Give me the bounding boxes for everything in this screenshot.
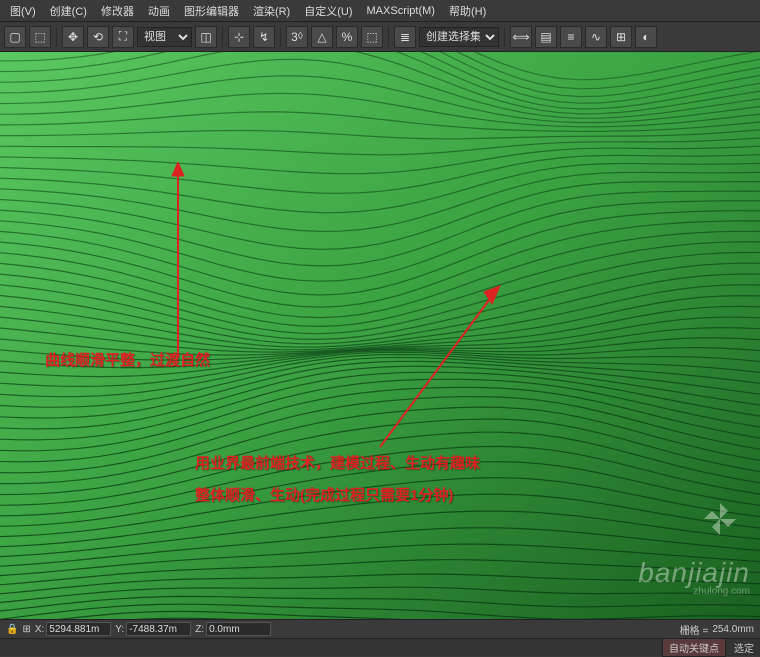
pivot-button[interactable]: ◫ [195,26,217,48]
z-coord-input[interactable] [206,622,271,636]
menu-animation[interactable]: 动画 [142,1,176,21]
rotate-button[interactable]: ⟲ [87,26,109,48]
menu-maxscript[interactable]: MAXScript(M) [361,3,441,19]
z-label: Z: [195,624,204,635]
viewport[interactable]: 曲线顺滑平整，过渡自然 用业界最前端技术，建模过程、生动有趣味 整体顺滑、生动(… [0,52,760,619]
named-selection-button[interactable]: ≣ [394,26,416,48]
select-object-button[interactable]: ▢ [4,26,26,48]
snap-toggle-button[interactable]: 3◊ [286,26,308,48]
selection-lock-button[interactable]: ⊞ [22,624,30,635]
annotation-text-1: 曲线顺滑平整，过渡自然 [45,347,210,374]
keyboard-shortcut-button[interactable]: ↯ [253,26,275,48]
schematic-button[interactable]: ⊞ [610,26,632,48]
menu-bar: 图(V) 创建(C) 修改器 动画 图形编辑器 渲染(R) 自定义(U) MAX… [0,0,760,22]
material-button[interactable]: ◐ [635,26,657,48]
scale-button[interactable]: ⛶ [112,26,134,48]
named-selection-dropdown[interactable]: 创建选择集 [419,27,499,47]
y-coord-input[interactable] [126,622,191,636]
angle-snap-button[interactable]: △ [311,26,333,48]
x-label: X: [35,624,44,635]
menu-graph-editors[interactable]: 图形编辑器 [178,1,245,21]
annotation-text-2: 用业界最前端技术，建模过程、生动有趣味 [195,450,480,477]
x-coord-input[interactable] [46,622,111,636]
y-label: Y: [115,624,124,635]
menu-customize[interactable]: 自定义(U) [298,1,358,21]
grid-label: 栅格 = [680,622,709,637]
select-region-button[interactable]: ⬚ [29,26,51,48]
lock-icon[interactable]: 🔒 [6,624,18,635]
annotation-text-3: 整体顺滑、生动(完成过程只需要1分钟) [195,482,453,509]
select-manipulate-button[interactable]: ⊹ [228,26,250,48]
menu-help[interactable]: 帮助(H) [443,1,492,21]
percent-snap-button[interactable]: % [336,26,358,48]
grid-value: 254.0mm [712,624,754,635]
menu-rendering[interactable]: 渲染(R) [247,1,296,21]
annotation-arrow-2 [370,282,510,452]
auto-key-button[interactable]: 自动关键点 [662,638,726,657]
selected-button[interactable]: 选定 [734,640,754,655]
spinner-snap-button[interactable]: ⬚ [361,26,383,48]
menu-modifiers[interactable]: 修改器 [95,1,140,21]
mirror-button[interactable]: ⟺ [510,26,532,48]
layers-button[interactable]: ≡ [560,26,582,48]
annotation-arrow-1 [170,162,200,362]
align-button[interactable]: ▤ [535,26,557,48]
menu-view[interactable]: 图(V) [4,1,42,21]
curve-editor-button[interactable]: ∿ [585,26,607,48]
menu-create[interactable]: 创建(C) [44,1,93,21]
move-button[interactable]: ✥ [62,26,84,48]
main-toolbar: ▢ ⬚ ✥ ⟲ ⛶ 视图 ◫ ⊹ ↯ 3◊ △ % ⬚ ≣ 创建选择集 ⟺ ▤ … [0,22,760,52]
status-bar: 🔒 ⊞ X: Y: Z: 栅格 = 254.0mm 自动关键点 选定 [0,619,760,657]
reference-coord-dropdown[interactable]: 视图 [137,27,192,47]
